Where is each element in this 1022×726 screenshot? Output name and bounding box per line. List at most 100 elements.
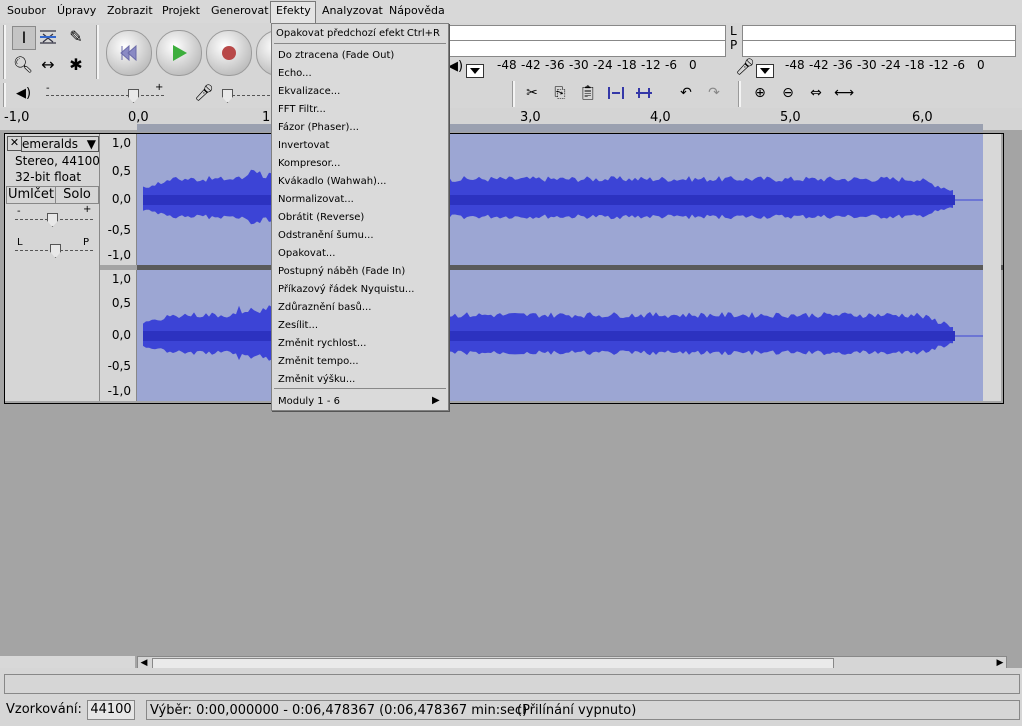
selection-panel: Výběr: 0:00,000000 - 0:06,478367 (0:06,4… [146, 700, 1020, 720]
menu-item-repeat-last-effect[interactable]: Opakovat předchozí efekt [276, 28, 404, 39]
play-button[interactable] [156, 30, 202, 76]
skip-start-button[interactable] [106, 30, 152, 76]
menu-shortcut: Ctrl+R [406, 28, 440, 39]
menu-napoveda[interactable]: Nápověda [389, 4, 445, 17]
envelope-tool-icon[interactable] [37, 26, 59, 48]
ruler-label: -1,0 [4, 110, 30, 125]
menu-item-effect[interactable]: Invertovat [278, 140, 329, 151]
track-end-area [983, 134, 1001, 401]
mute-button[interactable]: Umlčet [6, 186, 56, 204]
menu-item-effect[interactable]: Opakovat... [278, 248, 335, 259]
draw-tool-icon[interactable]: ✎ [65, 26, 87, 48]
paste-icon[interactable]: 📋︎ [578, 83, 598, 103]
meter-scale-label: -12 [641, 58, 661, 72]
waveform-left-channel[interactable] [137, 134, 983, 265]
menu-item-effect[interactable]: Do ztracena (Fade Out) [278, 50, 394, 61]
undo-icon[interactable]: ↶ [676, 83, 696, 103]
vertical-scale-right-channel[interactable]: 1,0 0,5 0,0 -0,5 -1,0 [100, 270, 137, 401]
meter-scale-label: -36 [545, 58, 565, 72]
menu-soubor[interactable]: Soubor [7, 4, 46, 17]
waveform-right-channel[interactable] [137, 270, 983, 401]
multi-tool-icon[interactable]: ✱ [65, 54, 87, 76]
meter-scale-label: -6 [953, 58, 965, 72]
redo-icon[interactable]: ↷ [704, 83, 724, 103]
menu-item-effect[interactable]: Změnit tempo... [278, 356, 359, 367]
rate-label: Vzorkování: [6, 702, 82, 717]
status-empty-panel [4, 674, 1020, 694]
meter-scale-label: -6 [665, 58, 677, 72]
menu-item-effect[interactable]: Kompresor... [278, 158, 340, 169]
menu-item-effect[interactable]: Postupný náběh (Fade In) [278, 266, 405, 277]
pan-left-label: L [17, 237, 23, 248]
record-meter-right[interactable] [742, 40, 1016, 57]
menu-separator [274, 43, 446, 44]
vertical-scale-left-channel[interactable]: 1,0 0,5 0,0 -0,5 -1,0 [100, 134, 137, 265]
selection-text: Výběr: 0:00,000000 - 0:06,478367 (0:06,4… [150, 703, 528, 718]
ruler-project-bar [137, 124, 983, 132]
fit-selection-icon[interactable]: ⇔ [806, 83, 826, 103]
playback-meter-right[interactable] [448, 40, 726, 57]
gain-minus-label: - [17, 206, 21, 217]
timeline-ruler[interactable]: -1,0 0,0 1,0 3,0 4,0 5,0 6,0 [0, 108, 1022, 132]
menu-generovat[interactable]: Generovat [211, 4, 269, 17]
solo-button[interactable]: Solo [55, 186, 99, 204]
meter-scale-label: -48 [497, 58, 517, 72]
menu-item-effect[interactable]: Obrátit (Reverse) [278, 212, 364, 223]
menu-item-effect[interactable]: Odstranění šumu... [278, 230, 374, 241]
menu-item-effect[interactable]: Zdůraznění basů... [278, 302, 371, 313]
output-volume-slider[interactable] [128, 89, 139, 103]
cut-icon[interactable]: ✂ [522, 83, 542, 103]
menubar: Soubor Úpravy Zobrazit Projekt Generovat… [0, 0, 1022, 24]
status-bar: Vzorkování: 44100 Výběr: 0:00,000000 - 0… [0, 698, 1022, 726]
pan-slider[interactable] [50, 244, 61, 258]
track-name: emeralds [22, 137, 78, 151]
menu-upravy[interactable]: Úpravy [57, 4, 96, 17]
menu-item-effect[interactable]: Zesílit... [278, 320, 318, 331]
menu-item-effect[interactable]: Fázor (Phaser)... [278, 122, 359, 133]
fit-project-icon[interactable]: ⟷ [834, 83, 854, 103]
menu-item-effect[interactable]: FFT Filtr... [278, 104, 326, 115]
menu-projekt[interactable]: Projekt [162, 4, 200, 17]
project-rate-field[interactable]: 44100 [87, 700, 135, 720]
silence-icon[interactable] [634, 83, 654, 103]
ruler-label: 0,0 [128, 110, 149, 125]
effects-menu: Opakovat předchozí efekt Ctrl+R Do ztrac… [271, 23, 449, 411]
zoom-in-icon[interactable]: ⊕ [750, 83, 770, 103]
track-name-menu[interactable]: emeralds ▼ [21, 136, 99, 152]
volume-icon: ◀) [16, 86, 32, 101]
record-meter-menu[interactable] [756, 64, 774, 78]
ruler-label: 4,0 [650, 110, 671, 125]
close-track-icon[interactable]: ✕ [7, 136, 22, 151]
meter-scale-label: -30 [857, 58, 877, 72]
menu-item-effect[interactable]: Echo... [278, 68, 312, 79]
playback-meter-menu[interactable] [466, 64, 484, 78]
zoom-out-icon[interactable]: ⊖ [778, 83, 798, 103]
menu-item-effect[interactable]: Ekvalizace... [278, 86, 340, 97]
timeshift-tool-icon[interactable]: ↔ [37, 54, 59, 76]
chevron-down-icon: ▼ [86, 137, 96, 151]
meter-scale-label: -30 [569, 58, 589, 72]
gain-slider[interactable] [47, 213, 58, 227]
trim-icon[interactable] [606, 83, 626, 103]
record-button[interactable] [206, 30, 252, 76]
menu-analyzovat[interactable]: Analyzovat [322, 4, 383, 17]
scale-label: -1,0 [107, 384, 131, 398]
menu-zobrazit[interactable]: Zobrazit [107, 4, 153, 17]
menu-item-effect[interactable]: Změnit rychlost... [278, 338, 366, 349]
menu-efekty[interactable]: Efekty [270, 1, 316, 24]
menu-separator [274, 388, 446, 389]
ruler-label: 5,0 [780, 110, 801, 125]
menu-item-effect[interactable]: Kvákadlo (Wahwah)... [278, 176, 386, 187]
menu-item-effect[interactable]: Změnit výšku... [278, 374, 355, 385]
output-volume-track [46, 95, 164, 96]
toolbar-area: I ✎ 🔍︎ ↔ ✱ LP ◀) -48 -42 -36 -30 -24 -18 -12 -6… [0, 23, 1022, 108]
scale-label: 1,0 [111, 136, 131, 150]
copy-icon[interactable]: ⎘ [550, 83, 570, 103]
selection-tool-icon[interactable]: I [12, 26, 36, 50]
menu-item-modules[interactable]: Moduly 1 - 6 [278, 396, 340, 407]
zoom-tool-icon[interactable]: 🔍︎ [12, 54, 34, 76]
ruler-label: 3,0 [520, 110, 541, 125]
menu-item-effect[interactable]: Příkazový řádek Nyquistu... [278, 284, 414, 295]
menu-item-effect[interactable]: Normalizovat... [278, 194, 354, 205]
input-volume-slider[interactable] [222, 89, 233, 103]
